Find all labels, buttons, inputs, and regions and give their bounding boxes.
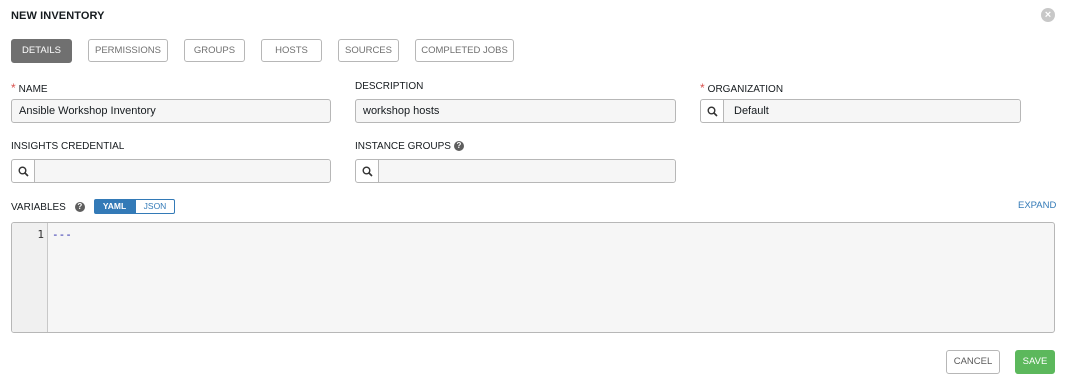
search-icon xyxy=(18,166,29,177)
yaml-toggle-button[interactable]: YAML xyxy=(94,199,135,214)
search-icon xyxy=(362,166,373,177)
editor-content[interactable]: --- xyxy=(52,228,72,241)
tab-completed-jobs[interactable]: COMPLETED JOBS xyxy=(415,39,514,62)
expand-link[interactable]: EXPAND xyxy=(1018,200,1056,211)
name-label: * NAME xyxy=(11,81,48,95)
organization-label: * ORGANIZATION xyxy=(700,81,784,95)
description-field[interactable]: workshop hosts xyxy=(355,99,676,123)
dialog-title: NEW INVENTORY xyxy=(11,10,105,22)
search-icon xyxy=(707,106,718,117)
help-icon[interactable]: ? xyxy=(453,141,464,152)
variables-label: VARIABLES? xyxy=(11,202,85,213)
organization-lookup: Default xyxy=(700,99,1021,123)
save-button[interactable]: SAVE xyxy=(1015,350,1055,374)
close-icon[interactable]: × xyxy=(1041,8,1055,22)
insights-credential-field[interactable] xyxy=(35,160,330,182)
insights-credential-label: INSIGHTS CREDENTIAL xyxy=(11,141,125,152)
insights-credential-search-button[interactable] xyxy=(12,160,35,182)
organization-search-button[interactable] xyxy=(701,100,724,122)
tab-permissions[interactable]: PERMISSIONS xyxy=(88,39,168,62)
required-marker: * xyxy=(700,81,705,95)
description-label: DESCRIPTION xyxy=(355,81,424,92)
json-toggle-button[interactable]: JSON xyxy=(135,199,175,214)
instance-groups-search-button[interactable] xyxy=(356,160,379,182)
instance-groups-lookup xyxy=(355,159,676,183)
name-field[interactable]: Ansible Workshop Inventory xyxy=(11,99,331,123)
required-marker: * xyxy=(11,81,16,95)
insights-credential-lookup xyxy=(11,159,331,183)
line-number: 1 xyxy=(37,228,44,241)
organization-field[interactable]: Default xyxy=(724,100,1020,122)
editor-gutter: 1 xyxy=(12,223,48,332)
format-toggle: YAML JSON xyxy=(94,199,175,214)
cancel-button[interactable]: CANCEL xyxy=(946,350,1000,374)
variables-editor[interactable]: 1 --- xyxy=(11,222,1055,333)
instance-groups-label: INSTANCE GROUPS? xyxy=(355,141,464,152)
tab-groups[interactable]: GROUPS xyxy=(184,39,245,62)
instance-groups-field[interactable] xyxy=(379,160,675,182)
tab-details[interactable]: DETAILS xyxy=(11,39,72,63)
tab-hosts[interactable]: HOSTS xyxy=(261,39,322,62)
tab-sources[interactable]: SOURCES xyxy=(338,39,399,62)
help-icon[interactable]: ? xyxy=(74,202,85,213)
